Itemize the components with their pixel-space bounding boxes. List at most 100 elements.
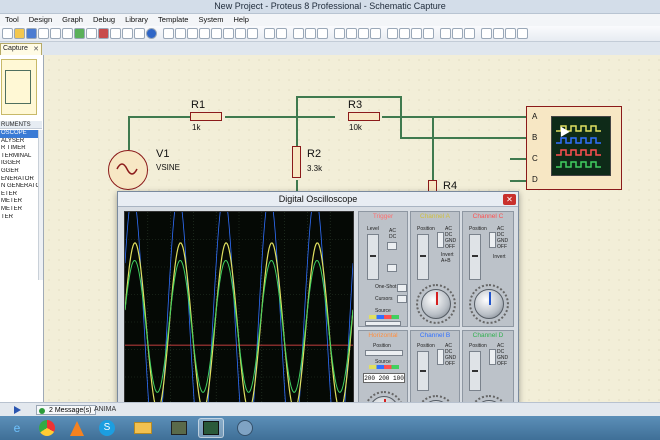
zoom-in-icon[interactable] [211, 28, 222, 39]
grid-icon[interactable] [175, 28, 186, 39]
paste-icon[interactable] [317, 28, 328, 39]
property-tool-icon[interactable] [464, 28, 475, 39]
block-move-icon[interactable] [346, 28, 357, 39]
proteus-icon[interactable] [166, 418, 192, 438]
open-icon[interactable] [14, 28, 25, 39]
zoom-area-icon[interactable] [247, 28, 258, 39]
list-scrollbar[interactable] [38, 130, 43, 280]
menu-tool[interactable]: Tool [0, 14, 24, 26]
import-icon[interactable] [50, 28, 61, 39]
oscilloscope-close-button[interactable]: ✕ [503, 194, 516, 205]
channel-c-off-label: OFF [497, 244, 507, 250]
menu-help[interactable]: Help [228, 14, 253, 26]
channel-c-position-slider[interactable] [469, 234, 481, 280]
export-icon[interactable] [62, 28, 73, 39]
netlist-icon[interactable] [517, 28, 528, 39]
search-tag-icon[interactable] [452, 28, 463, 39]
list-item[interactable]: METER [0, 206, 42, 214]
resistor-r1[interactable] [190, 112, 222, 121]
help-icon[interactable] [146, 28, 157, 39]
vsine-source-v1[interactable] [108, 150, 148, 190]
tab-close-icon[interactable]: ✕ [33, 45, 39, 53]
pcb-icon[interactable] [98, 28, 109, 39]
design-explorer-icon[interactable] [481, 28, 492, 39]
trigger-level-slider[interactable] [367, 234, 379, 280]
schematic-icon[interactable] [86, 28, 97, 39]
channel-c-volts-knob[interactable] [474, 289, 504, 319]
list-item[interactable]: TER [0, 214, 42, 222]
gerber-icon[interactable] [122, 28, 133, 39]
list-item[interactable]: GGER [0, 168, 42, 176]
trigger-edge-switch[interactable] [387, 264, 397, 272]
resistor-r3[interactable] [348, 112, 380, 121]
vlc-icon[interactable] [64, 418, 90, 438]
channel-b-position-slider[interactable] [417, 351, 429, 391]
undo-icon[interactable] [264, 28, 275, 39]
bom-icon[interactable] [134, 28, 145, 39]
new-icon[interactable] [2, 28, 13, 39]
oscilloscope-title-bar[interactable]: Digital Oscilloscope ✕ [118, 192, 518, 207]
source-slider[interactable] [365, 321, 401, 326]
menu-design[interactable]: Design [24, 14, 57, 26]
list-item[interactable]: TERMINAL [0, 153, 42, 161]
horizontal-position-slider[interactable] [365, 350, 403, 356]
channel-b-coupling-switch[interactable] [437, 349, 444, 365]
refresh-icon[interactable] [163, 28, 174, 39]
pick-device-icon[interactable] [387, 28, 398, 39]
menu-debug[interactable]: Debug [88, 14, 120, 26]
channel-d-position-slider[interactable] [469, 351, 481, 391]
list-item[interactable]: N GENERATO [0, 183, 42, 191]
block-rotate-icon[interactable] [358, 28, 369, 39]
home-icon[interactable] [74, 28, 85, 39]
cut-icon[interactable] [293, 28, 304, 39]
decompose-icon[interactable] [423, 28, 434, 39]
app-icon[interactable] [232, 418, 258, 438]
channel-d-coupling-switch[interactable] [489, 349, 496, 365]
one-shot-button[interactable] [397, 284, 407, 292]
list-item[interactable]: ETER [0, 191, 42, 199]
skype-icon[interactable]: S [94, 418, 120, 438]
block-copy-icon[interactable] [334, 28, 345, 39]
list-item[interactable]: ENERATOR [0, 176, 42, 184]
resistor-r2[interactable] [292, 146, 301, 178]
remove-sheet-icon[interactable] [505, 28, 516, 39]
redo-icon[interactable] [276, 28, 287, 39]
file-explorer-icon[interactable] [130, 418, 156, 438]
channel-a-position-slider[interactable] [417, 234, 429, 280]
trigger-coupling-switch[interactable] [387, 242, 397, 250]
oscilloscope-screen[interactable] [124, 193, 354, 440]
proteus-schematic-icon[interactable] [198, 418, 224, 438]
zoom-all-icon[interactable] [235, 28, 246, 39]
channel-c-coupling-switch[interactable] [489, 232, 496, 248]
zoom-out-icon[interactable] [223, 28, 234, 39]
menu-system[interactable]: System [193, 14, 228, 26]
save-icon[interactable] [26, 28, 37, 39]
channel-a-volts-knob[interactable] [421, 289, 451, 319]
internet-explorer-icon[interactable]: e [4, 418, 30, 438]
copy-icon[interactable] [305, 28, 316, 39]
block-delete-icon[interactable] [370, 28, 381, 39]
messages-button[interactable]: 2 Message(s) [36, 405, 97, 415]
play-icon[interactable] [14, 406, 21, 414]
origin-icon[interactable] [187, 28, 198, 39]
make-device-icon[interactable] [399, 28, 410, 39]
menu-graph[interactable]: Graph [57, 14, 88, 26]
menu-template[interactable]: Template [153, 14, 193, 26]
3d-icon[interactable] [110, 28, 121, 39]
new-sheet-icon[interactable] [493, 28, 504, 39]
wire-autorouter-icon[interactable] [440, 28, 451, 39]
chrome-icon[interactable] [34, 418, 60, 438]
pan-icon[interactable] [199, 28, 210, 39]
packaging-icon[interactable] [411, 28, 422, 39]
menu-library[interactable]: Library [120, 14, 153, 26]
channel-a-coupling-switch[interactable] [437, 232, 444, 248]
close-icon[interactable] [38, 28, 49, 39]
list-item[interactable]: METER [0, 198, 42, 206]
list-item[interactable]: ALYSER [0, 138, 42, 146]
overview-window[interactable] [1, 59, 37, 115]
list-item[interactable]: IGGER [0, 160, 42, 168]
cursors-button[interactable] [397, 295, 407, 303]
list-item[interactable]: OSCOPE [0, 130, 42, 138]
list-item[interactable]: R TIMER [0, 145, 42, 153]
tab-schematic-capture[interactable]: Capture ✕ [0, 43, 42, 55]
